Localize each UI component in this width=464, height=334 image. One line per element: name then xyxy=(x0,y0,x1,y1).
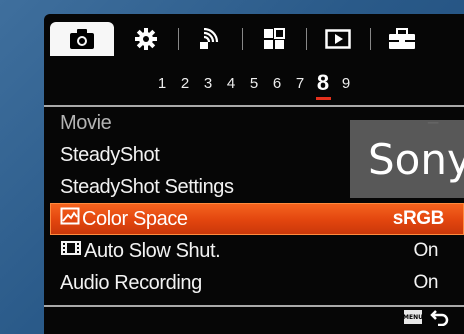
page-number[interactable]: 4 xyxy=(220,75,243,92)
menu-item-color-space[interactable]: Color Space sRGB xyxy=(50,203,464,235)
playback-icon xyxy=(325,29,351,49)
menu-item-label: SteadyShot xyxy=(60,143,160,166)
menu-item-audio-recording[interactable]: Audio Recording On xyxy=(44,267,464,299)
page-number[interactable]: 6 xyxy=(266,75,289,92)
film-icon xyxy=(60,239,82,263)
menu-item-value: On xyxy=(413,272,438,293)
menu-item-value: On xyxy=(413,240,438,261)
menu-item-label-wrap: Auto Slow Shut. xyxy=(60,239,221,263)
tab-playback[interactable] xyxy=(306,22,370,56)
wireless-icon xyxy=(197,28,223,50)
menu-item-label: SteadyShot Settings xyxy=(60,175,234,198)
tab-network[interactable] xyxy=(178,22,242,56)
page-number[interactable]: 5 xyxy=(243,75,266,92)
color-space-icon xyxy=(60,207,80,231)
page-number[interactable]: 9 xyxy=(335,75,358,92)
tab-apps[interactable] xyxy=(242,22,306,56)
menu-item-label: Color Space xyxy=(82,207,188,230)
back-arrow-icon[interactable] xyxy=(430,308,450,330)
page-number[interactable]: 1 xyxy=(151,75,174,92)
menu-item-label-wrap: Color Space xyxy=(60,207,188,231)
divider xyxy=(44,305,464,307)
menu-item-auto-slow-shutter[interactable]: Auto Slow Shut. On xyxy=(44,235,464,267)
gear-icon xyxy=(134,27,158,51)
grid-icon xyxy=(263,28,285,50)
menu-item-label: Auto Slow Shut. xyxy=(84,239,221,262)
tab-setup[interactable] xyxy=(370,22,434,56)
menu-item-value: sRGB xyxy=(392,208,445,229)
toolbox-icon xyxy=(388,28,416,50)
page-number[interactable]: 2 xyxy=(174,75,197,92)
menu-button-badge[interactable]: MENU xyxy=(403,310,423,324)
menu-tab-bar xyxy=(50,22,464,56)
page-number[interactable]: 7 xyxy=(289,75,312,92)
camera-icon xyxy=(69,28,95,50)
page-number-current[interactable]: 8 xyxy=(312,70,335,100)
tab-camera[interactable] xyxy=(50,22,114,56)
watermark-label: Sony xyxy=(350,120,464,198)
menu-item-label: Audio Recording xyxy=(60,271,202,294)
page-number[interactable]: 3 xyxy=(197,75,220,92)
menu-item-label: Movie xyxy=(60,111,112,134)
page-indicator: 1 2 3 4 5 6 7 8 9 xyxy=(44,68,464,100)
tab-settings[interactable] xyxy=(114,22,178,56)
